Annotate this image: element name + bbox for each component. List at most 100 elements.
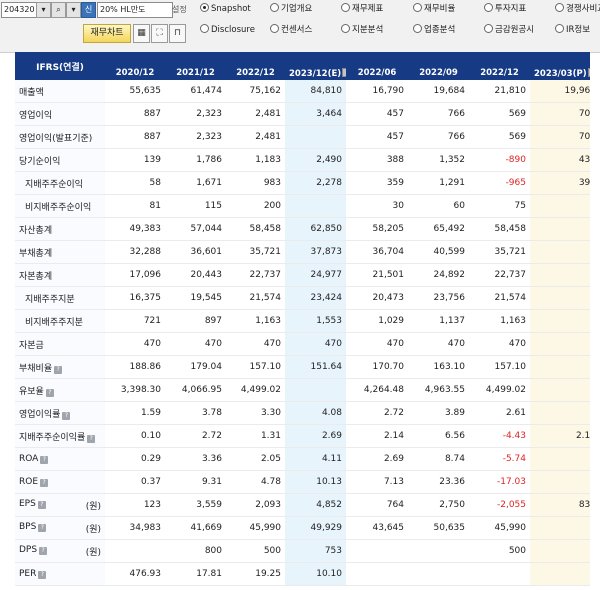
radio-industry-analysis[interactable]: 업종분석 <box>413 23 455 37</box>
table-row: 영업이익률? 1.59 3.78 3.30 4.08 2.72 3.89 2.61 <box>15 401 590 425</box>
table-cell: 0.37 <box>105 470 165 494</box>
table-cell: 43,645 <box>346 516 408 540</box>
table-cell: 20,443 <box>165 263 226 287</box>
table-cell: 887 <box>105 102 165 126</box>
stock-code-input[interactable]: 204320 <box>1 2 37 18</box>
grid-icon[interactable]: ▦ <box>133 24 150 43</box>
radio-ir-info[interactable]: IR정보 <box>555 23 590 37</box>
column-header[interactable]: 2021/12 <box>165 66 226 80</box>
table-cell: 23,756 <box>408 286 469 310</box>
help-icon[interactable]: ? <box>39 546 48 555</box>
table-cell: 3.78 <box>165 401 226 425</box>
table-cell: -890 <box>469 148 530 172</box>
help-icon[interactable]: ? <box>38 523 47 532</box>
table-cell: 394 <box>530 171 590 195</box>
table-cell <box>285 194 346 218</box>
help-icon[interactable]: ? <box>38 571 47 579</box>
radio-dot <box>555 3 564 12</box>
column-header[interactable]: 2022/09 <box>408 66 469 80</box>
column-header[interactable]: 2022/06 <box>346 66 408 80</box>
table-cell: 1,029 <box>346 309 408 333</box>
help-icon[interactable]: ? <box>40 456 49 464</box>
table-cell: 34,983 <box>105 516 165 540</box>
radio-disclosure[interactable]: Disclosure <box>200 23 255 37</box>
table-cell <box>530 240 590 264</box>
help-icon[interactable]: ? <box>37 500 46 509</box>
table-cell: 40,599 <box>408 240 469 264</box>
radio-investment-indicators[interactable]: 투자지표 <box>484 2 526 16</box>
table-cell: 800 <box>165 539 226 563</box>
radio-dot <box>270 3 279 12</box>
table-cell: 41,669 <box>165 516 226 540</box>
radio-dot <box>200 3 209 12</box>
radio-consensus[interactable]: 컨센서스 <box>270 23 312 37</box>
radio-financial-ratios[interactable]: 재무비율 <box>413 2 455 16</box>
table-cell: 19,684 <box>408 80 469 103</box>
help-icon[interactable]: ? <box>62 411 71 420</box>
table-cell: 897 <box>165 309 226 333</box>
table-cell <box>408 562 469 586</box>
table-cell <box>346 562 408 586</box>
table-cell: 45,990 <box>469 516 530 540</box>
table-cell: 6.56 <box>408 424 469 448</box>
radio-shareholding-analysis[interactable]: 지분분석 <box>341 23 383 37</box>
settings-label[interactable]: 설정 <box>172 4 187 15</box>
table-cell: 766 <box>408 102 469 126</box>
chevron-down-icon[interactable]: ▾ <box>66 2 81 18</box>
table-cell: 470 <box>226 332 285 356</box>
help-icon[interactable]: ? <box>45 388 54 397</box>
radio-fss-disclosure[interactable]: 금감원공시 <box>484 23 534 37</box>
row-label: ROA? <box>15 447 105 471</box>
table-cell: 16,375 <box>105 286 165 310</box>
note-icon[interactable] <box>587 67 590 77</box>
table-cell: 887 <box>105 125 165 149</box>
column-header[interactable]: 2023/12(E) <box>285 66 346 80</box>
table-cell <box>530 355 590 379</box>
table-cell: 4,963.55 <box>408 378 469 402</box>
table-row: 유보율? 3,398.30 4,066.95 4,499.02 4,264.48 4,96… <box>15 378 590 402</box>
search-icon[interactable]: ⌕ <box>51 2 66 18</box>
table-cell: 437 <box>530 148 590 172</box>
table-cell: 702 <box>530 125 590 149</box>
table-cell: 10.13 <box>285 470 346 494</box>
note-icon[interactable] <box>342 67 346 77</box>
table-cell: 766 <box>408 125 469 149</box>
table-cell: 1,137 <box>408 309 469 333</box>
table-cell: 470 <box>408 332 469 356</box>
column-header[interactable]: 2020/12 <box>105 66 165 80</box>
stock-name-field[interactable]: 20% HL만도 <box>97 2 173 18</box>
table-cell: 61,474 <box>165 80 226 103</box>
column-header[interactable]: 2022/12 <box>226 66 285 80</box>
table-cell: 22,737 <box>469 263 530 287</box>
table-cell: 3,464 <box>285 102 346 126</box>
column-header[interactable]: 2023/03(P) <box>530 66 590 80</box>
table-cell: 170.70 <box>346 355 408 379</box>
help-icon[interactable]: ? <box>87 434 96 443</box>
radio-company-overview[interactable]: 기업개요 <box>270 2 312 16</box>
table-cell <box>530 217 590 241</box>
table-cell <box>530 332 590 356</box>
help-icon[interactable]: ? <box>40 479 49 487</box>
table-cell <box>346 539 408 563</box>
table-cell: 157.10 <box>469 355 530 379</box>
table-cell: 3,398.30 <box>105 378 165 402</box>
help-icon[interactable]: ? <box>54 365 63 374</box>
radio-financial-statements[interactable]: 재무제표 <box>341 2 383 16</box>
toolbar: 204320 ▾ ⌕ ▾ 신 20% HL만도 설정 재무차트 ▦ ⛶ ⊓ Sn… <box>0 0 600 53</box>
financial-chart-button[interactable]: 재무차트 <box>83 24 131 43</box>
table-row: 지배주주순이익581,6719832,2783591,291-965394 <box>15 171 590 195</box>
column-header[interactable]: 2022/12 <box>469 66 530 80</box>
table-cell: 1,183 <box>226 148 285 172</box>
table-row: EPS? (원) 123 3,559 2,093 4,852 764 2,750 -2,055 8… <box>15 493 590 517</box>
radio-snapshot[interactable]: Snapshot <box>200 2 251 16</box>
table-cell: 1.59 <box>105 401 165 425</box>
table-cell: 23,424 <box>285 286 346 310</box>
table-cell: 7.13 <box>346 470 408 494</box>
dropdown-icon[interactable]: ▾ <box>36 2 51 18</box>
row-unit: (원) <box>85 524 101 535</box>
pin-icon[interactable]: ⊓ <box>169 24 186 43</box>
fullscreen-icon[interactable]: ⛶ <box>151 24 168 43</box>
radio-competitor-comparison[interactable]: 경쟁사비교 <box>555 2 600 16</box>
table-cell: 21,810 <box>469 80 530 103</box>
sin-button[interactable]: 신 <box>81 2 96 18</box>
